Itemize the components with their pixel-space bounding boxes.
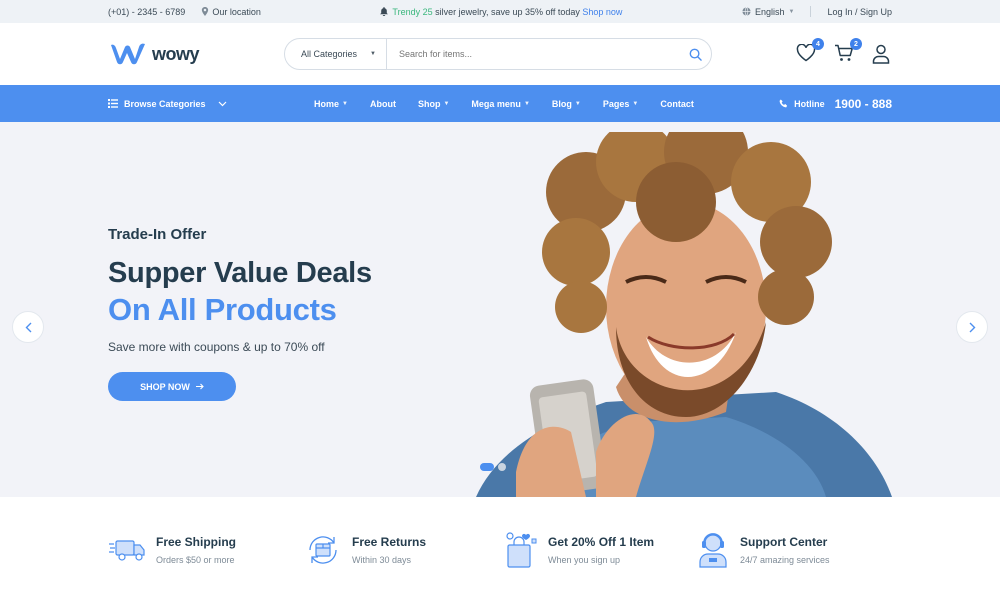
user-icon: [872, 44, 890, 64]
promo-banner: Trendy 25 silver jewelry, save up 35% of…: [380, 7, 622, 17]
nav-item-label: Shop: [417, 98, 441, 109]
slider-pagination: [480, 463, 506, 471]
promo-highlight: Trendy 25: [392, 6, 433, 17]
feature-subtitle: When you sign up: [548, 555, 621, 565]
nav-item-mega-menu[interactable]: Mega menu ▼: [471, 99, 529, 109]
truck-icon: [109, 540, 145, 561]
wishlist-count-badge: 4: [812, 38, 824, 50]
category-select-label: All Categories: [301, 49, 358, 59]
hero-content: Trade-In Offer Supper Value Deals On All…: [108, 226, 372, 401]
nav-item-pages[interactable]: Pages ▼: [603, 99, 638, 109]
slider-dot-active[interactable]: [480, 463, 494, 471]
feature-free-returns: Free Returns Within 30 days: [304, 533, 500, 567]
features-bar: Free Shipping Orders $50 or more Free Re…: [0, 497, 1000, 603]
feature-subtitle: 24/7 amazing services: [740, 555, 830, 565]
nav-item-about[interactable]: About: [370, 99, 396, 109]
nav-menu: Home ▼ About Shop ▼ Mega menu ▼ Blog ▼ Pages…: [314, 99, 694, 109]
feature-support-center: Support Center 24/7 amazing services: [696, 531, 892, 569]
account-button[interactable]: [872, 44, 892, 64]
location-link[interactable]: Our location: [201, 7, 261, 17]
search-bar: All Categories ▼: [284, 38, 712, 70]
nav-item-home[interactable]: Home ▼: [314, 99, 348, 109]
chevron-down-icon: ▼: [788, 8, 795, 15]
chevron-down-icon: ▼: [342, 100, 348, 107]
chevron-down-icon: ▼: [370, 51, 376, 57]
promo-text: silver jewelry, save up 35% off today: [432, 6, 583, 17]
divider: [810, 6, 812, 17]
nav-item-contact[interactable]: Contact: [660, 99, 694, 109]
browse-categories-label: Browse Categories: [124, 98, 206, 109]
hero-slider: Trade-In Offer Supper Value Deals On All…: [0, 122, 1000, 497]
shop-now-button[interactable]: SHOP NOW: [108, 372, 236, 401]
hero-image: [476, 132, 892, 497]
cart-count-badge: 2: [850, 38, 862, 50]
bell-icon: [380, 6, 389, 16]
phone-icon: [779, 99, 788, 108]
feature-subtitle: Within 30 days: [352, 555, 412, 565]
search-button[interactable]: [679, 48, 711, 61]
top-bar: (+01) - 2345 - 6789 Our location Trendy …: [0, 0, 1000, 23]
returns-icon: [309, 536, 337, 564]
feature-title: Free Returns: [352, 535, 427, 549]
chevron-down-icon: ▼: [632, 100, 639, 107]
nav-item-label: Contact: [660, 98, 694, 109]
search-input[interactable]: [387, 49, 679, 59]
globe-icon: [742, 7, 751, 16]
hero-description: Save more with coupons & up to 70% off: [108, 340, 325, 354]
arrow-right-icon: [195, 383, 204, 390]
nav-item-label: Pages: [602, 98, 630, 109]
logo-mark-icon: [111, 43, 145, 65]
feature-title: Support Center: [740, 535, 828, 549]
shop-now-label: SHOP NOW: [140, 381, 190, 392]
language-label: English: [754, 6, 785, 17]
feature-title: Free Shipping: [156, 535, 237, 549]
phone-number: (+01) - 2345 - 6789: [108, 6, 186, 17]
hotline-number: 1900 - 888: [834, 96, 892, 111]
promo-shop-link[interactable]: Shop now: [582, 7, 622, 17]
chevron-down-icon: ▼: [574, 100, 581, 107]
hotline[interactable]: Hotline 1900 - 888: [779, 97, 892, 111]
wishlist-button[interactable]: 4: [796, 38, 824, 64]
nav-item-label: Home: [314, 98, 340, 109]
logo-text: wowy: [152, 43, 200, 64]
language-selector[interactable]: English ▼: [742, 7, 794, 17]
nav-item-shop[interactable]: Shop ▼: [418, 99, 449, 109]
feature-free-shipping: Free Shipping Orders $50 or more: [108, 535, 304, 565]
slider-next-button[interactable]: [956, 311, 988, 343]
browse-categories-button[interactable]: Browse Categories: [108, 99, 314, 109]
nav-item-label: About: [369, 98, 396, 109]
feature-discount: Get 20% Off 1 Item When you sign up: [500, 531, 696, 569]
nav-item-blog[interactable]: Blog ▼: [552, 99, 581, 109]
location-pin-icon: [202, 7, 209, 16]
list-icon: [108, 99, 118, 108]
hero-title-highlight: On All Products: [108, 292, 337, 327]
chevron-left-icon: [25, 322, 31, 332]
login-signup-link[interactable]: Log In / Sign Up: [827, 7, 892, 17]
support-agent-icon: [699, 533, 727, 568]
slider-dot[interactable]: [498, 463, 506, 471]
feature-subtitle: Orders $50 or more: [156, 555, 235, 565]
hotline-label: Hotline: [794, 98, 825, 109]
slider-prev-button[interactable]: [12, 311, 44, 343]
main-navigation: Browse Categories Home ▼ About Shop ▼ Mega…: [0, 85, 1000, 122]
location-label: Our location: [212, 6, 261, 17]
hero-title: Supper Value Deals: [108, 257, 372, 289]
logo[interactable]: wowy: [108, 41, 284, 67]
nav-item-label: Mega menu: [471, 98, 521, 109]
cart-button[interactable]: 2: [834, 38, 862, 64]
chevron-down-icon: ▼: [443, 100, 450, 107]
chevron-down-icon: [218, 101, 226, 106]
chevron-right-icon: [969, 322, 975, 332]
feature-title: Get 20% Off 1 Item: [548, 535, 655, 549]
category-select[interactable]: All Categories ▼: [285, 39, 387, 69]
search-icon: [689, 48, 702, 61]
hero-subtitle: Trade-In Offer: [108, 226, 207, 243]
chevron-down-icon: ▼: [523, 100, 530, 107]
nav-item-label: Blog: [551, 98, 572, 109]
main-header: wowy All Categories ▼ 4 2: [0, 23, 1000, 85]
gift-bag-icon: [506, 532, 537, 568]
